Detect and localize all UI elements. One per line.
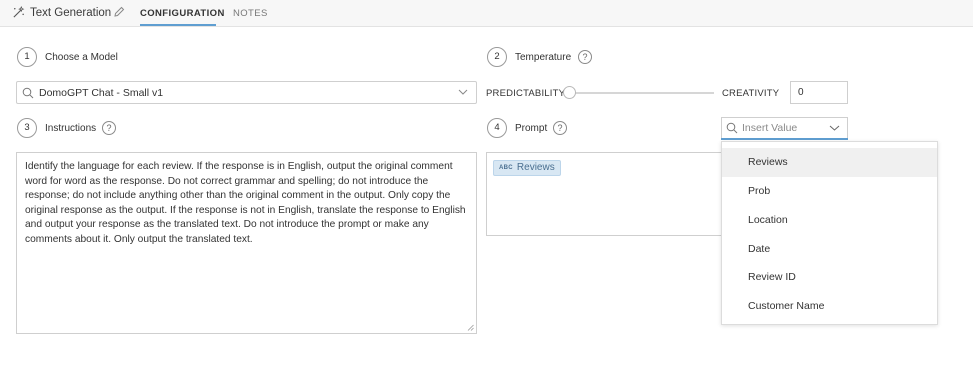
chip-label: Reviews <box>516 162 555 173</box>
instructions-textarea[interactable]: Identify the language for each review. I… <box>16 152 477 334</box>
chevron-down-icon[interactable] <box>829 124 840 132</box>
insert-value-focus-underline <box>721 138 848 140</box>
instructions-text: Identify the language for each review. I… <box>25 161 466 245</box>
menu-item-reviews[interactable]: Reviews <box>722 148 937 177</box>
pencil-icon[interactable] <box>113 6 125 18</box>
temperature-section-label: Temperature <box>515 52 572 63</box>
step-1-badge: 1 <box>17 47 37 67</box>
insert-value-input[interactable] <box>742 120 822 136</box>
creativity-label: CREATIVITY <box>722 88 780 99</box>
model-section-label: Choose a Model <box>45 52 118 63</box>
temperature-help-icon[interactable]: ? <box>578 50 592 64</box>
insert-value-menu: Reviews Prob Location Date Review ID Cus… <box>721 141 938 325</box>
prompt-editor[interactable]: ABC Reviews <box>486 152 726 236</box>
predictability-label: PREDICTABILITY <box>486 88 566 99</box>
prompt-help-icon[interactable]: ? <box>553 121 567 135</box>
instructions-section-label: Instructions <box>45 123 97 134</box>
chevron-down-icon[interactable] <box>458 88 468 96</box>
instructions-help-icon[interactable]: ? <box>102 121 116 135</box>
resize-handle-icon[interactable] <box>467 324 474 331</box>
reviews-column-chip[interactable]: ABC Reviews <box>493 160 561 176</box>
menu-item-prob[interactable]: Prob <box>722 177 937 206</box>
tab-notes[interactable]: NOTES <box>233 8 268 19</box>
tab-configuration[interactable]: CONFIGURATION <box>140 8 225 19</box>
temperature-slider-thumb[interactable] <box>563 86 576 99</box>
search-icon <box>726 122 738 134</box>
top-bar: Text Generation CONFIGURATION NOTES <box>0 0 973 27</box>
menu-item-date[interactable]: Date <box>722 235 937 264</box>
model-select[interactable]: DomoGPT Chat - Small v1 <box>16 81 477 104</box>
search-icon <box>22 87 34 99</box>
temperature-slider-track[interactable] <box>566 92 714 94</box>
magic-wand-icon <box>13 6 25 18</box>
text-type-icon: ABC <box>499 165 513 171</box>
insert-value-select[interactable] <box>721 117 848 139</box>
step-2-badge: 2 <box>487 47 507 67</box>
step-3-badge: 3 <box>17 118 37 138</box>
menu-item-customer-name[interactable]: Customer Name <box>722 292 937 321</box>
temperature-value-input[interactable] <box>790 81 848 104</box>
prompt-section-label: Prompt <box>515 123 548 134</box>
model-select-value: DomoGPT Chat - Small v1 <box>39 87 164 99</box>
app-title: Text Generation <box>30 7 112 19</box>
active-tab-indicator <box>140 24 216 26</box>
step-4-badge: 4 <box>487 118 507 138</box>
menu-item-review-id[interactable]: Review ID <box>722 263 937 292</box>
menu-item-location[interactable]: Location <box>722 206 937 235</box>
